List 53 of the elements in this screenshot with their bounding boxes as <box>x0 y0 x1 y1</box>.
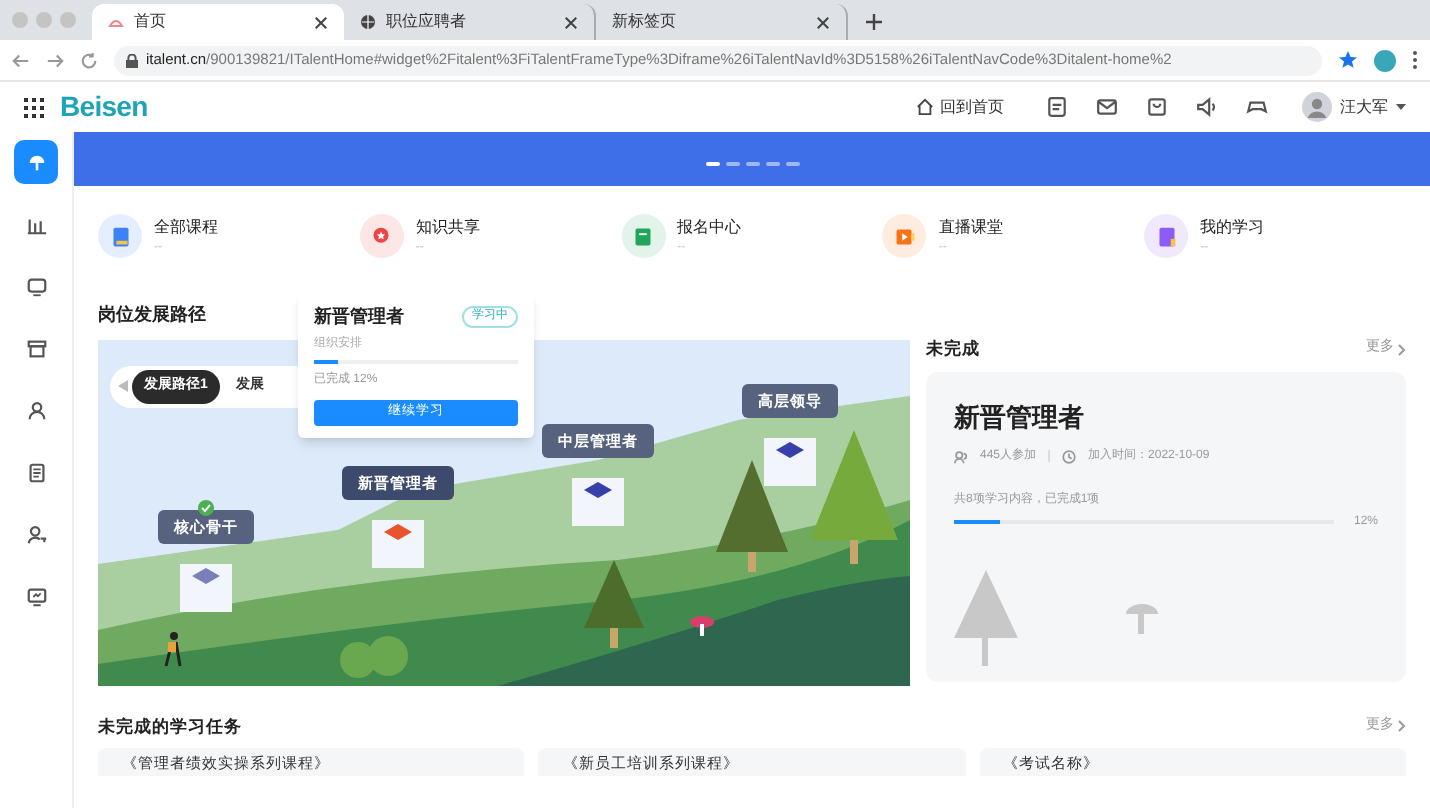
archive-icon <box>25 337 47 359</box>
bag-icon[interactable] <box>1146 96 1168 118</box>
browser-tab[interactable]: 首页 <box>92 4 344 40</box>
home-icon <box>916 98 934 116</box>
forward-icon[interactable] <box>46 51 64 69</box>
home-link[interactable]: 回到首页 <box>916 95 1004 119</box>
app-icon <box>108 14 124 30</box>
document-icon <box>25 461 47 483</box>
section-title: 未完成 <box>926 336 980 362</box>
close-icon <box>314 15 328 29</box>
close-icon <box>564 15 578 29</box>
shortcut-title: 全部课程 <box>154 216 218 238</box>
tree-drawing <box>716 460 788 572</box>
reload-icon[interactable] <box>80 51 98 69</box>
lock-icon <box>126 53 138 67</box>
shortcut-title: 知识共享 <box>415 216 480 238</box>
person-key-icon <box>25 523 47 545</box>
sidebar-item[interactable] <box>14 140 58 184</box>
section-title: 未完成的学习任务 <box>98 713 242 739</box>
close-icon <box>816 15 830 29</box>
avatar-icon <box>1302 92 1332 122</box>
tree-drawing <box>584 560 644 648</box>
caret-icon <box>1396 103 1406 111</box>
person-icon <box>25 399 47 421</box>
mushroom-drawing <box>690 616 714 636</box>
back-icon[interactable] <box>12 51 30 69</box>
section-title: 岗位发展路径 <box>98 302 206 328</box>
presentation-icon <box>25 585 47 607</box>
more-icon[interactable] <box>1412 50 1418 70</box>
shortcut-title: 我的学习 <box>1200 216 1265 238</box>
chevron-right-icon <box>1398 343 1406 355</box>
shortcut-title: 直播课堂 <box>938 216 1003 238</box>
monitor-icon <box>25 275 47 297</box>
speaker-icon[interactable] <box>1196 96 1218 118</box>
umbrella-icon <box>25 151 47 173</box>
gamepad-icon[interactable] <box>1246 96 1268 118</box>
shortcut-title: 报名中心 <box>677 216 742 238</box>
popup-title: 新晋管理者 <box>314 304 404 330</box>
new-tab-icon[interactable] <box>864 12 884 32</box>
document-icon[interactable] <box>1046 96 1068 118</box>
course-title: 新晋管理者 <box>954 400 1086 436</box>
star-icon[interactable] <box>1338 50 1358 70</box>
user-menu[interactable]: 汪大军 <box>1302 92 1406 122</box>
globe-icon <box>360 14 376 30</box>
walking-person-drawing <box>164 632 182 668</box>
mail-icon[interactable] <box>1096 96 1118 118</box>
bush-drawing <box>340 636 408 678</box>
people-icon <box>954 449 968 463</box>
clock-icon <box>1062 449 1077 463</box>
tree-drawing <box>810 430 898 564</box>
chevron-right-icon <box>1398 720 1406 732</box>
avatar-icon[interactable] <box>1374 49 1396 71</box>
apps-grid-icon[interactable] <box>24 97 44 117</box>
